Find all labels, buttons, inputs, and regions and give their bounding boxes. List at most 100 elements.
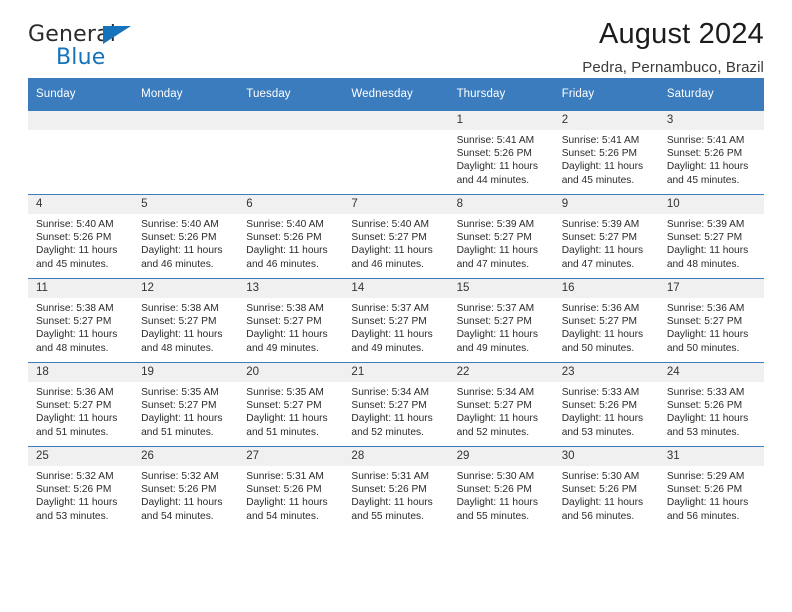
calendar-day-cell[interactable]: 22 Sunrise: 5:34 AM Sunset: 5:27 PM Dayligh…: [448, 362, 554, 447]
calendar-day-cell[interactable]: 20 Sunrise: 5:35 AM Sunset: 5:27 PM Dayligh…: [238, 362, 344, 447]
calendar-day-cell[interactable]: 13 Sunrise: 5:38 AM Sunset: 5:27 PM Dayligh…: [238, 278, 344, 363]
day-number: 4: [28, 195, 134, 214]
calendar-day-cell[interactable]: 3 Sunrise: 5:41 AM Sunset: 5:26 PM Daylight…: [658, 110, 764, 195]
calendar-day-cell[interactable]: 23 Sunrise: 5:33 AM Sunset: 5:26 PM Dayligh…: [553, 362, 659, 447]
calendar-day-cell[interactable]: 9 Sunrise: 5:39 AM Sunset: 5:27 PM Daylight…: [553, 194, 659, 279]
calendar-day-cell[interactable]: 7 Sunrise: 5:40 AM Sunset: 5:27 PM Daylight…: [343, 194, 449, 279]
detail-sunset: Sunset: 5:27 PM: [561, 232, 638, 244]
detail-sunrise: Sunrise: 5:36 AM: [666, 303, 745, 314]
detail-sunset: Sunset: 5:27 PM: [456, 232, 532, 244]
day-number: [343, 111, 449, 130]
detail-sunset: Sunset: 5:26 PM: [666, 484, 743, 496]
detail-sunrise: Sunrise: 5:33 AM: [666, 387, 745, 398]
calendar-day-cell[interactable]: 15 Sunrise: 5:37 AM Sunset: 5:27 PM Dayligh…: [448, 278, 554, 363]
detail-sunset: Sunset: 5:26 PM: [141, 232, 217, 244]
weekday-header-saturday: Saturday: [658, 78, 764, 111]
detail-daylight-line2: and 54 minutes.: [141, 510, 214, 522]
detail-daylight-line1: Daylight: 11 hours: [456, 413, 538, 425]
day-details: Sunrise: 5:40 AM Sunset: 5:27 PM Daylight:…: [343, 214, 448, 271]
day-details: Sunrise: 5:39 AM Sunset: 5:27 PM Daylight:…: [554, 214, 659, 271]
day-details: Sunrise: 5:38 AM Sunset: 5:27 PM Daylight:…: [28, 298, 133, 355]
calendar-day-cell[interactable]: 11 Sunrise: 5:38 AM Sunset: 5:27 PM Dayligh…: [28, 278, 134, 363]
detail-daylight-line1: Daylight: 11 hours: [666, 161, 749, 173]
day-cell-inner: 7 Sunrise: 5:40 AM Sunset: 5:27 PM Daylight…: [343, 195, 449, 278]
detail-daylight-line2: and 46 minutes.: [246, 258, 319, 270]
calendar-day-cell[interactable]: 26 Sunrise: 5:32 AM Sunset: 5:26 PM Dayligh…: [133, 446, 239, 530]
day-details: Sunrise: 5:40 AM Sunset: 5:26 PM Daylight:…: [238, 214, 343, 271]
day-cell-inner: 27 Sunrise: 5:31 AM Sunset: 5:26 PM Dayligh…: [238, 447, 344, 530]
day-number: 16: [553, 279, 659, 298]
day-details: Sunrise: 5:29 AM Sunset: 5:26 PM Daylight:…: [659, 466, 764, 523]
calendar-day-cell[interactable]: 8 Sunrise: 5:39 AM Sunset: 5:27 PM Daylight…: [448, 194, 554, 279]
day-number: [133, 111, 239, 130]
detail-daylight-line2: and 49 minutes.: [456, 342, 530, 354]
day-number: 28: [343, 447, 449, 466]
detail-daylight-line1: Daylight: 11 hours: [456, 497, 538, 509]
day-details: Sunrise: 5:38 AM Sunset: 5:27 PM Daylight:…: [238, 298, 343, 355]
weekday-header-monday: Monday: [133, 78, 239, 111]
day-cell-inner: 11 Sunrise: 5:38 AM Sunset: 5:27 PM Dayligh…: [28, 279, 134, 362]
calendar-day-cell[interactable]: 17 Sunrise: 5:36 AM Sunset: 5:27 PM Dayligh…: [658, 278, 764, 363]
calendar-day-cell[interactable]: 27 Sunrise: 5:31 AM Sunset: 5:26 PM Dayligh…: [238, 446, 344, 530]
detail-sunset: Sunset: 5:26 PM: [666, 400, 743, 412]
detail-daylight-line2: and 46 minutes.: [141, 258, 214, 270]
detail-sunrise: Sunrise: 5:34 AM: [351, 387, 430, 398]
day-details: Sunrise: 5:40 AM Sunset: 5:26 PM Daylight:…: [133, 214, 238, 271]
detail-daylight-line2: and 51 minutes.: [246, 426, 319, 438]
calendar-day-cell[interactable]: 31 Sunrise: 5:29 AM Sunset: 5:26 PM Dayligh…: [658, 446, 764, 530]
calendar-day-cell[interactable]: 28 Sunrise: 5:31 AM Sunset: 5:26 PM Dayligh…: [343, 446, 449, 530]
detail-daylight-line2: and 48 minutes.: [141, 342, 214, 354]
detail-daylight-line2: and 45 minutes.: [666, 174, 740, 186]
detail-sunrise: Sunrise: 5:32 AM: [36, 471, 114, 482]
day-cell-inner: 4 Sunrise: 5:40 AM Sunset: 5:26 PM Daylight…: [28, 195, 134, 278]
calendar-day-cell[interactable]: 2 Sunrise: 5:41 AM Sunset: 5:26 PM Daylight…: [553, 110, 659, 195]
detail-sunset: Sunset: 5:26 PM: [36, 484, 112, 496]
calendar-day-cell[interactable]: 12 Sunrise: 5:38 AM Sunset: 5:27 PM Dayligh…: [133, 278, 239, 363]
calendar-day-cell[interactable]: 6 Sunrise: 5:40 AM Sunset: 5:26 PM Daylight…: [238, 194, 344, 279]
calendar-day-cell[interactable]: 18 Sunrise: 5:36 AM Sunset: 5:27 PM Dayligh…: [28, 362, 134, 447]
day-number: 6: [238, 195, 344, 214]
calendar-day-cell[interactable]: 10 Sunrise: 5:39 AM Sunset: 5:27 PM Dayligh…: [658, 194, 764, 279]
calendar-day-cell[interactable]: 29 Sunrise: 5:30 AM Sunset: 5:26 PM Dayligh…: [448, 446, 554, 530]
day-cell-inner: 8 Sunrise: 5:39 AM Sunset: 5:27 PM Daylight…: [448, 195, 554, 278]
day-details: Sunrise: 5:33 AM Sunset: 5:26 PM Daylight:…: [554, 382, 659, 439]
calendar-body: 1 Sunrise: 5:41 AM Sunset: 5:26 PM Daylight…: [28, 110, 764, 530]
day-details: Sunrise: 5:32 AM Sunset: 5:26 PM Daylight:…: [28, 466, 133, 523]
detail-sunrise: Sunrise: 5:31 AM: [246, 471, 324, 482]
detail-sunset: Sunset: 5:26 PM: [561, 148, 638, 160]
detail-sunset: Sunset: 5:26 PM: [36, 232, 112, 244]
calendar-day-cell[interactable]: 5 Sunrise: 5:40 AM Sunset: 5:26 PM Daylight…: [133, 194, 239, 279]
calendar-day-cell[interactable]: 4 Sunrise: 5:40 AM Sunset: 5:26 PM Daylight…: [28, 194, 134, 279]
detail-daylight-line1: Daylight: 11 hours: [456, 329, 538, 341]
detail-sunset: Sunset: 5:27 PM: [36, 316, 112, 328]
title-block: August 2024 Pedra, Pernambuco, Brazil: [582, 18, 764, 76]
calendar-day-cell[interactable]: 21 Sunrise: 5:34 AM Sunset: 5:27 PM Dayligh…: [343, 362, 449, 447]
calendar-day-cell[interactable]: 30 Sunrise: 5:30 AM Sunset: 5:26 PM Dayligh…: [553, 446, 659, 530]
calendar-day-cell[interactable]: 16 Sunrise: 5:36 AM Sunset: 5:27 PM Dayligh…: [553, 278, 659, 363]
calendar-day-cell[interactable]: 14 Sunrise: 5:37 AM Sunset: 5:27 PM Dayligh…: [343, 278, 449, 363]
brand-logo[interactable]: General Blue: [28, 24, 158, 76]
calendar-day-cell[interactable]: 1 Sunrise: 5:41 AM Sunset: 5:26 PM Daylight…: [448, 110, 554, 195]
detail-sunrise: Sunrise: 5:40 AM: [351, 219, 430, 230]
day-number: 24: [658, 363, 764, 382]
detail-sunset: Sunset: 5:26 PM: [666, 148, 743, 160]
day-cell-inner: 9 Sunrise: 5:39 AM Sunset: 5:27 PM Daylight…: [553, 195, 659, 278]
day-number: [28, 111, 134, 130]
calendar-day-cell[interactable]: 19 Sunrise: 5:35 AM Sunset: 5:27 PM Dayligh…: [133, 362, 239, 447]
calendar-week-row: 11 Sunrise: 5:38 AM Sunset: 5:27 PM Dayligh…: [28, 278, 764, 363]
detail-daylight-line1: Daylight: 11 hours: [36, 413, 118, 425]
day-cell-inner: 29 Sunrise: 5:30 AM Sunset: 5:26 PM Dayligh…: [448, 447, 554, 530]
calendar-day-cell[interactable]: 24 Sunrise: 5:33 AM Sunset: 5:26 PM Dayligh…: [658, 362, 764, 447]
day-cell-inner: 2 Sunrise: 5:41 AM Sunset: 5:26 PM Daylight…: [553, 111, 659, 194]
detail-daylight-line2: and 56 minutes.: [666, 510, 740, 522]
day-cell-inner: 10 Sunrise: 5:39 AM Sunset: 5:27 PM Dayligh…: [658, 195, 764, 278]
calendar-page: General Blue August 2024 Pedra, Pernambu…: [0, 0, 792, 612]
day-details: Sunrise: 5:30 AM Sunset: 5:26 PM Daylight:…: [554, 466, 659, 523]
detail-daylight-line2: and 49 minutes.: [246, 342, 319, 354]
calendar-day-cell[interactable]: 25 Sunrise: 5:32 AM Sunset: 5:26 PM Dayligh…: [28, 446, 134, 530]
detail-daylight-line2: and 55 minutes.: [351, 510, 424, 522]
day-number: 2: [553, 111, 659, 130]
detail-sunrise: Sunrise: 5:41 AM: [561, 135, 640, 146]
detail-daylight-line1: Daylight: 11 hours: [141, 245, 223, 257]
calendar-week-row: 25 Sunrise: 5:32 AM Sunset: 5:26 PM Dayligh…: [28, 446, 764, 530]
